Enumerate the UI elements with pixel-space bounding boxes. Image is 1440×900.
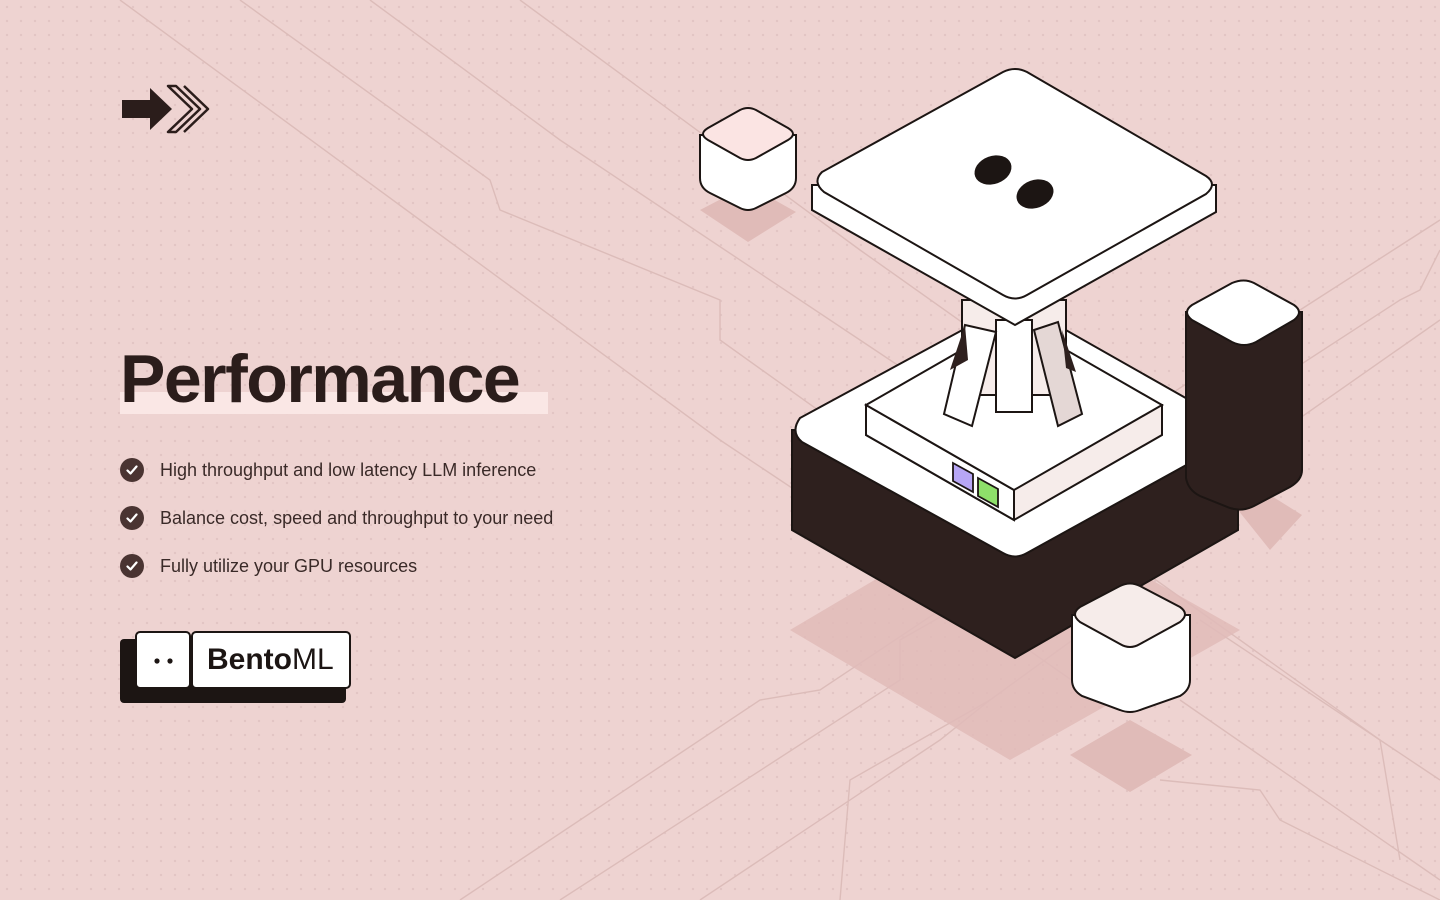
- bentoml-logo: Bento ML: [120, 631, 356, 705]
- brand-name-regular: ML: [292, 643, 334, 676]
- feature-text: Balance cost, speed and throughput to yo…: [160, 507, 554, 528]
- feature-text: High throughput and low latency LLM infe…: [160, 459, 537, 480]
- check-icon: [120, 506, 144, 530]
- check-icon: [120, 458, 144, 482]
- double-arrow-logo-icon: [122, 84, 210, 134]
- list-item: Fully utilize your GPU resources: [120, 552, 553, 580]
- check-icon: [120, 554, 144, 578]
- list-item: Balance cost, speed and throughput to yo…: [120, 504, 553, 532]
- table-top: [816, 68, 1213, 300]
- isometric-server-illustration: [699, 68, 1303, 792]
- column-front: [995, 319, 1033, 413]
- brand-name-bold: Bento: [207, 643, 292, 676]
- brand-wordmark: Bento ML: [191, 631, 351, 689]
- feature-text: Fully utilize your GPU resources: [160, 555, 418, 576]
- page-title: Performance: [120, 341, 521, 417]
- bento-eyes-icon: [135, 631, 191, 689]
- feature-list: High throughput and low latency LLM infe…: [120, 456, 553, 600]
- cube-shadow: [1070, 720, 1192, 792]
- list-item: High throughput and low latency LLM infe…: [120, 456, 553, 484]
